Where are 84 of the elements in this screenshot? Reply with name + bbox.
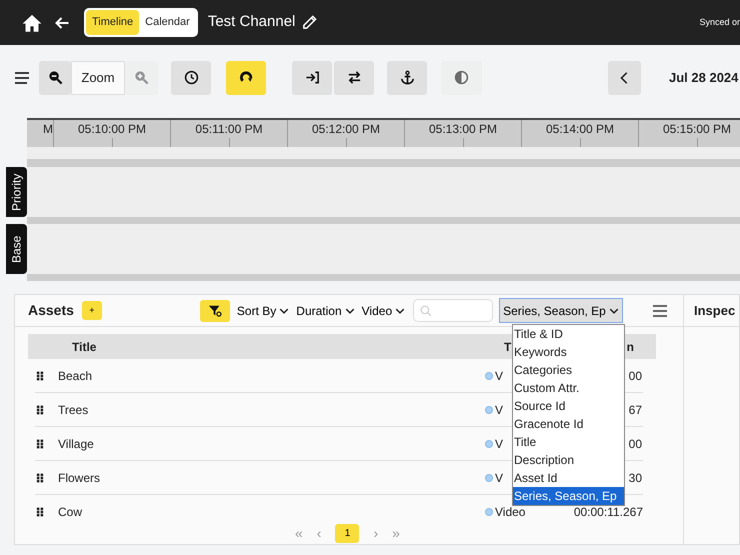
- anchor-icon: [400, 70, 414, 85]
- table-cell-text: 00: [628, 368, 642, 384]
- drag-handle-icon[interactable]: [35, 438, 45, 450]
- sync-status: Synced or: [699, 16, 740, 29]
- search-field[interactable]: [413, 299, 494, 322]
- table-cell-text: 30: [628, 470, 642, 486]
- table-cell-text: V: [495, 402, 504, 418]
- table-cell-text: 00:00:11.267: [574, 504, 643, 517]
- search-icon: [420, 304, 432, 316]
- table-cell-text: Video: [495, 504, 526, 517]
- filter-dropdown[interactable]: Sort By: [236, 302, 290, 320]
- status-dot: [485, 508, 493, 516]
- chevron-down-icon: [344, 306, 355, 316]
- pencil-icon[interactable]: [302, 15, 318, 30]
- dropdown-option[interactable]: Gracenote Id: [513, 415, 624, 433]
- drag-handle-icon[interactable]: [35, 404, 45, 416]
- swap-arrows-icon: [346, 70, 362, 85]
- table-cell-text: 67: [628, 402, 642, 418]
- anchor-tool-button[interactable]: [387, 60, 427, 94]
- dropdown-option[interactable]: Series, Season, Ep: [513, 487, 624, 505]
- page-button[interactable]: 1: [335, 524, 360, 543]
- dropdown-option[interactable]: Source Id: [513, 397, 624, 415]
- table-cell-text: Trees: [58, 402, 88, 418]
- clock-tool-button[interactable]: [171, 60, 211, 94]
- table-cell-text: V: [495, 470, 504, 486]
- drag-handle-icon[interactable]: [35, 472, 45, 484]
- time-tick-label: 05:13:00 PM: [428, 122, 498, 136]
- dropdown-option[interactable]: Title & ID: [513, 325, 624, 343]
- time-tick-label: 05:14:00 PM: [546, 122, 614, 136]
- time-tick-label: M: [43, 122, 53, 136]
- filter-dropdown[interactable]: Video: [362, 302, 406, 320]
- drag-handle-icon[interactable]: [35, 370, 45, 382]
- clock-icon: [184, 70, 198, 85]
- arrow-into-bracket-icon: [304, 70, 320, 85]
- search-by-select[interactable]: Series, Season, Ep: [499, 298, 623, 323]
- drag-handle-icon[interactable]: [35, 506, 45, 517]
- chevron-down-icon: [608, 306, 619, 316]
- filter-dropdown[interactable]: Duration: [296, 302, 355, 320]
- enter-tool-button[interactable]: [292, 60, 332, 94]
- half-circle-icon: [454, 70, 469, 85]
- table-cell-text: Flowers: [58, 470, 100, 486]
- date-label: Jul 28 2024: [669, 68, 738, 87]
- track-label: Priority: [6, 167, 27, 217]
- channel-title: Test Channel: [208, 12, 296, 32]
- table-cell-text: Village: [58, 436, 94, 452]
- filter-button[interactable]: [200, 300, 230, 322]
- time-tick-label: 05:15:00 PM: [662, 122, 732, 136]
- table-cell-text: V: [495, 436, 504, 452]
- dropdown-option[interactable]: Title: [513, 433, 624, 451]
- swap-tool-button[interactable]: [334, 60, 374, 94]
- zoom-label: Zoom: [71, 60, 125, 94]
- column-header[interactable]: Title: [71, 334, 496, 359]
- status-dot: [485, 474, 493, 482]
- time-tick-label: 05:11:00 PM: [195, 122, 263, 136]
- panel-title: Inspec: [684, 295, 739, 327]
- home-icon[interactable]: [22, 12, 42, 32]
- status-dot: [485, 440, 493, 448]
- status-dot: [485, 372, 493, 380]
- table-cell-text: Cow: [58, 504, 82, 517]
- zoom-out-icon: [48, 70, 62, 85]
- dropdown-option[interactable]: Categories: [513, 361, 624, 379]
- chevron-down-icon: [395, 306, 406, 316]
- zoom-out-button[interactable]: [39, 60, 71, 94]
- back-arrow-icon[interactable]: [54, 14, 70, 30]
- dropdown-option[interactable]: Keywords: [513, 343, 624, 361]
- time-tick-label: 05:10:00 PM: [78, 122, 146, 136]
- menu-icon[interactable]: [14, 70, 30, 86]
- dropdown-option[interactable]: Asset Id: [513, 469, 624, 487]
- zoom-in-icon: [134, 70, 149, 85]
- view-tab[interactable]: Timeline: [86, 10, 140, 35]
- table-cell-text: Beach: [58, 368, 92, 384]
- dropdown-option[interactable]: Custom Attr.: [513, 379, 624, 397]
- panel-title: Assets: [28, 302, 74, 319]
- time-tick-label: 05:12:00 PM: [312, 122, 380, 136]
- chevron-down-icon: [279, 306, 290, 316]
- previous-day-button[interactable]: [608, 60, 641, 94]
- magnet-tool-button[interactable]: [226, 60, 266, 94]
- track-label: Base: [6, 224, 27, 274]
- table-cell-text: 00: [628, 436, 642, 452]
- table-cell-text: V: [495, 368, 504, 384]
- filter-icon: [206, 304, 223, 318]
- status-dot: [485, 406, 493, 414]
- dropdown-option[interactable]: Description: [513, 451, 624, 469]
- add-button[interactable]: +: [82, 301, 102, 320]
